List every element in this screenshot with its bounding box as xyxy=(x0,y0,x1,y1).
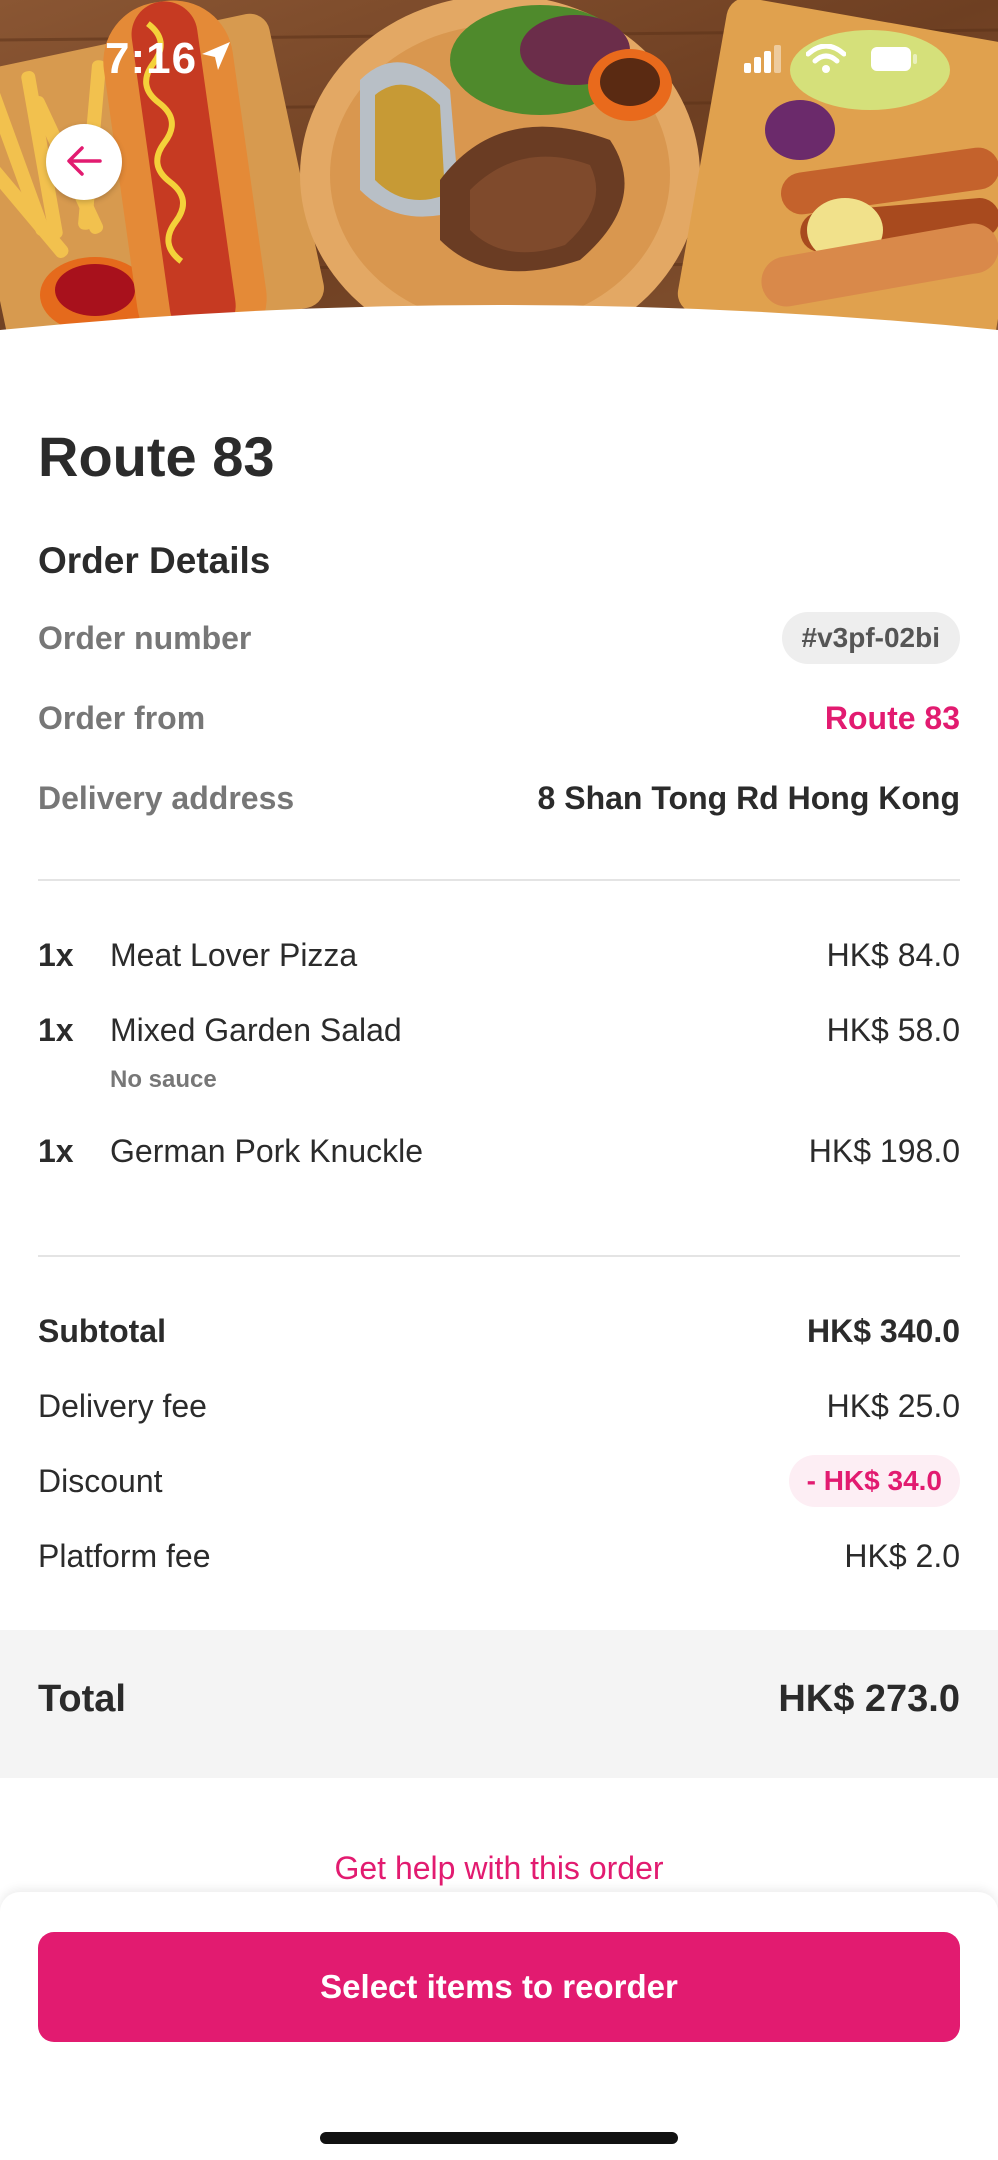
platform-fee-label: Platform fee xyxy=(38,1537,211,1574)
restaurant-title: Route 83 xyxy=(38,425,275,488)
help-link[interactable]: Get help with this order xyxy=(0,1850,998,1887)
platform-fee-value: HK$ 2.0 xyxy=(844,1537,960,1574)
item-price: HK$ 58.0 xyxy=(826,1012,960,1048)
item-quantity: 1x xyxy=(38,1012,74,1048)
delivery-fee-row: Delivery fee HK$ 25.0 xyxy=(38,1381,960,1431)
reorder-button[interactable]: Select items to reorder xyxy=(38,1932,960,2042)
arrow-left-icon xyxy=(64,141,104,184)
discount-label: Discount xyxy=(38,1462,163,1499)
order-from-row: Order from Route 83 xyxy=(38,690,960,746)
subtotal-label: Subtotal xyxy=(38,1312,166,1349)
platform-fee-row: Platform fee HK$ 2.0 xyxy=(38,1531,960,1581)
order-from-label: Order from xyxy=(38,699,206,736)
status-bar: 7:16 xyxy=(0,0,998,120)
divider xyxy=(38,1255,960,1257)
order-number-row: Order number #v3pf-02bi xyxy=(38,610,960,666)
order-number-badge[interactable]: #v3pf-02bi xyxy=(781,612,960,664)
status-icons xyxy=(744,43,918,79)
order-details-title: Order Details xyxy=(38,540,271,581)
total-row: Total HK$ 273.0 xyxy=(0,1630,998,1778)
item-name: German Pork Knuckle xyxy=(110,1133,424,1169)
delivery-address-label: Delivery address xyxy=(38,779,295,816)
discount-row: Discount - HK$ 34.0 xyxy=(38,1455,960,1507)
delivery-address-row: Delivery address 8 Shan Tong Rd Hong Kon… xyxy=(38,770,960,826)
location-arrow-icon xyxy=(200,40,232,77)
subtotal-value: HK$ 340.0 xyxy=(807,1312,960,1349)
delivery-fee-value: HK$ 25.0 xyxy=(826,1387,960,1424)
home-indicator[interactable] xyxy=(320,2132,678,2144)
item-quantity: 1x xyxy=(38,937,74,973)
delivery-fee-label: Delivery fee xyxy=(38,1387,207,1424)
item-price: HK$ 84.0 xyxy=(826,937,960,973)
total-label: Total xyxy=(38,1678,126,1720)
item-name: Meat Lover Pizza xyxy=(110,937,358,973)
order-from-link[interactable]: Route 83 xyxy=(825,700,960,737)
order-number-label: Order number xyxy=(38,619,252,656)
discount-badge: - HK$ 34.0 xyxy=(788,1455,960,1507)
status-time: 7:16 xyxy=(105,34,198,83)
bottom-action-bar: Select items to reorder xyxy=(0,1892,998,2160)
header-curve xyxy=(0,305,998,370)
item-note: No sauce xyxy=(110,1066,217,1093)
delivery-address-value: 8 Shan Tong Rd Hong Kong xyxy=(537,779,960,816)
total-value: HK$ 273.0 xyxy=(778,1678,960,1720)
divider xyxy=(38,879,960,881)
signal-icon xyxy=(744,45,782,78)
item-price: HK$ 198.0 xyxy=(808,1133,960,1169)
item-name: Mixed Garden Salad xyxy=(110,1012,402,1048)
wifi-icon xyxy=(805,43,847,79)
back-button[interactable] xyxy=(46,124,122,200)
item-quantity: 1x xyxy=(38,1133,74,1169)
subtotal-row: Subtotal HK$ 340.0 xyxy=(38,1306,960,1356)
battery-icon xyxy=(870,46,918,77)
